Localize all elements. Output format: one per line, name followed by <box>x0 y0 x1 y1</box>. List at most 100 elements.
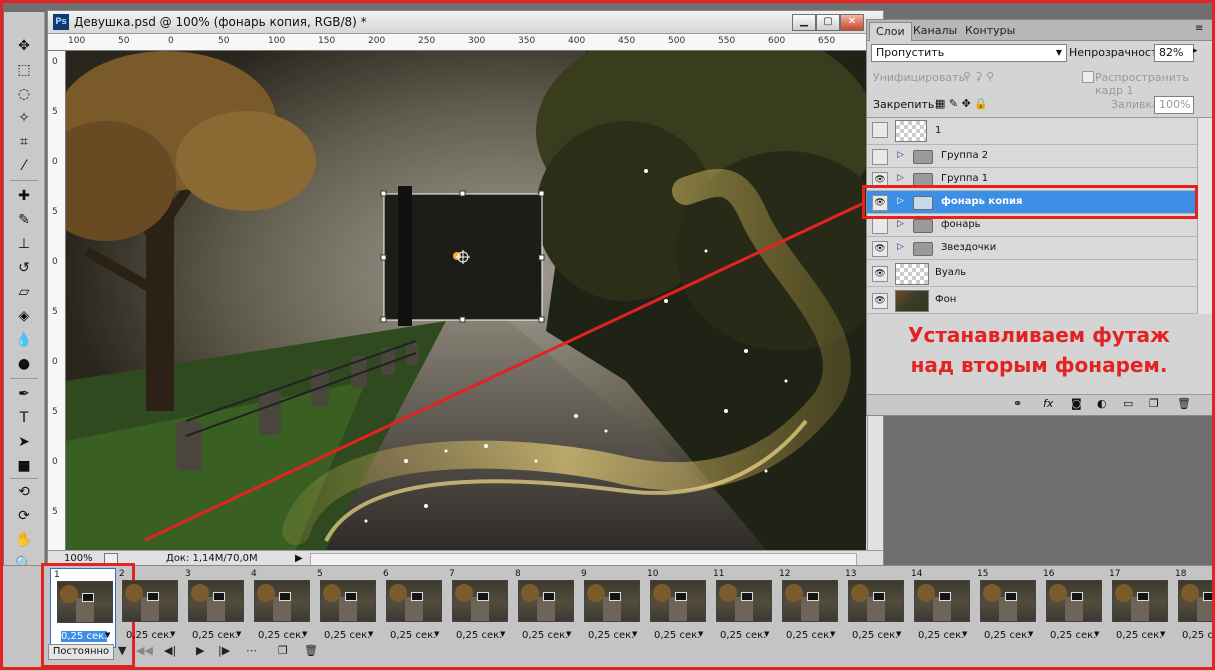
animation-frame[interactable]: 16 0,25 сек. ▼ <box>1040 568 1104 646</box>
expand-triangle-icon[interactable]: ▷ <box>897 150 904 160</box>
frame-number: 15 <box>977 569 989 579</box>
visibility-toggle[interactable]: 👁 <box>872 293 888 309</box>
frame-delay[interactable]: 0,25 сек. <box>654 630 700 641</box>
animation-frame[interactable]: 7 0,25 сек. ▼ <box>446 568 510 646</box>
opacity-input[interactable]: 82% <box>1154 44 1194 62</box>
delay-dropdown-icon[interactable]: ▼ <box>764 630 769 638</box>
duplicate-frame-icon[interactable]: ❐ <box>278 644 288 657</box>
frame-delay[interactable]: 0,25 сек. <box>126 630 172 641</box>
animation-frame[interactable]: 11 0,25 сек. ▼ <box>710 568 774 646</box>
frame-delay[interactable]: 0,25 сек. <box>1050 630 1096 641</box>
animation-frame[interactable]: 5 0,25 сек. ▼ <box>314 568 378 646</box>
expand-triangle-icon[interactable]: ▷ <box>897 219 904 229</box>
tab-layers[interactable]: Слои <box>869 22 912 41</box>
frame-thumbnail <box>188 580 244 622</box>
frame-delay[interactable]: 0,25 сек. <box>522 630 568 641</box>
frame-delay[interactable]: 0,25 сек. <box>324 630 370 641</box>
layer-row[interactable]: 1 <box>867 118 1197 145</box>
animation-frame[interactable]: 9 0,25 сек. ▼ <box>578 568 642 646</box>
lock-icons[interactable]: ▦ ✎ ✥ 🔒 <box>935 97 988 110</box>
expand-triangle-icon[interactable]: ▷ <box>897 173 904 183</box>
layers-scrollbar[interactable] <box>1197 118 1213 314</box>
frame-delay[interactable]: 0,25 сек. <box>390 630 436 641</box>
loop-dropdown-icon[interactable]: ▼ <box>118 644 126 657</box>
visibility-toggle[interactable] <box>872 149 888 165</box>
delay-dropdown-icon[interactable]: ▼ <box>566 630 571 638</box>
animation-frame[interactable]: 3 0,25 сек. ▼ <box>182 568 246 646</box>
delay-dropdown-icon[interactable]: ▼ <box>830 630 835 638</box>
delay-dropdown-icon[interactable]: ▼ <box>698 630 703 638</box>
frame-delay[interactable]: 0,25 сек. <box>1116 630 1162 641</box>
frame-thumbnail <box>782 580 838 622</box>
delay-dropdown-icon[interactable]: ▼ <box>105 631 110 639</box>
delay-dropdown-icon[interactable]: ▼ <box>368 630 373 638</box>
unify-icons[interactable]: ⚲ ⚳ ⚲ <box>963 70 994 83</box>
play-icon[interactable]: ▶ <box>196 644 204 657</box>
opacity-arrow-icon[interactable]: ▸ <box>1193 46 1198 56</box>
animation-frame[interactable]: 6 0,25 сек. ▼ <box>380 568 444 646</box>
frame-delay[interactable]: 0,25 сек. <box>61 631 108 642</box>
visibility-toggle[interactable]: 👁 <box>872 266 888 282</box>
frame-number: 3 <box>185 569 191 579</box>
link-icon[interactable]: ⚭ <box>1013 397 1022 410</box>
frame-delay[interactable]: 0,25 сек. <box>456 630 502 641</box>
visibility-toggle[interactable]: 👁 <box>872 241 888 257</box>
frame-delay[interactable]: 0,25 сек. <box>588 630 634 641</box>
adjustment-icon[interactable]: ◐ <box>1097 397 1107 410</box>
tween-icon[interactable]: ⋯ <box>246 644 257 657</box>
layer-row[interactable]: 👁 Фон <box>867 287 1197 314</box>
fill-input[interactable]: 100% <box>1154 96 1194 114</box>
animation-frame[interactable]: 2 0,25 сек. ▼ <box>116 568 180 646</box>
frame-delay[interactable]: 0,25 сек. <box>192 630 238 641</box>
delete-frame-icon[interactable]: 🗑 <box>304 644 318 657</box>
animation-frame[interactable]: 12 0,25 сек. ▼ <box>776 568 840 646</box>
frame-delay[interactable]: 0,25 сек. <box>258 630 304 641</box>
animation-frame[interactable]: 14 0,25 сек. ▼ <box>908 568 972 646</box>
frame-delay[interactable]: 0,25 сек. <box>852 630 898 641</box>
delay-dropdown-icon[interactable]: ▼ <box>236 630 241 638</box>
new-layer-icon[interactable]: ❐ <box>1149 397 1159 410</box>
animation-frame[interactable]: 17 0,25 сек. ▼ <box>1106 568 1170 646</box>
animation-frame[interactable]: 13 0,25 сек. ▼ <box>842 568 906 646</box>
frame-delay[interactable]: 0,25 сек. <box>720 630 766 641</box>
frame-delay[interactable]: 0,25 сек. <box>786 630 832 641</box>
animation-frame[interactable]: 8 0,25 сек. ▼ <box>512 568 576 646</box>
delay-dropdown-icon[interactable]: ▼ <box>302 630 307 638</box>
frame-delay[interactable]: 0,25 сек. <box>984 630 1030 641</box>
animation-frame[interactable]: 4 0,25 сек. ▼ <box>248 568 312 646</box>
tab-paths[interactable]: Контуры <box>959 22 1021 40</box>
delay-dropdown-icon[interactable]: ▼ <box>632 630 637 638</box>
delay-dropdown-icon[interactable]: ▼ <box>896 630 901 638</box>
delay-dropdown-icon[interactable]: ▼ <box>434 630 439 638</box>
visibility-toggle[interactable] <box>872 122 888 138</box>
trash-icon[interactable]: 🗑 <box>1177 397 1191 410</box>
delay-dropdown-icon[interactable]: ▼ <box>170 630 175 638</box>
delay-dropdown-icon[interactable]: ▼ <box>1028 630 1033 638</box>
expand-triangle-icon[interactable]: ▷ <box>897 242 904 252</box>
loop-select[interactable]: Постоянно <box>48 644 114 660</box>
panel-menu-icon[interactable]: ≡ <box>1195 23 1203 34</box>
next-frame-icon[interactable]: |▶ <box>218 644 230 657</box>
prev-frame-icon[interactable]: ◀| <box>164 644 176 657</box>
blend-mode-select[interactable]: Пропустить ▼ <box>871 44 1067 62</box>
layer-row[interactable]: 👁 ▷ Звездочки <box>867 237 1197 260</box>
delay-dropdown-icon[interactable]: ▼ <box>962 630 967 638</box>
animation-frame[interactable]: 180,25 сек.▼ <box>1172 568 1215 646</box>
animation-frame[interactable]: 10 0,25 сек. ▼ <box>644 568 708 646</box>
frame-delay[interactable]: 0,25 сек. <box>918 630 964 641</box>
delay-dropdown-icon[interactable]: ▼ <box>500 630 505 638</box>
delay-dropdown-icon[interactable]: ▼ <box>1094 630 1099 638</box>
animation-frame[interactable]: 1 0,25 сек. ▼ <box>50 568 116 648</box>
frame-delay[interactable]: 0,25 сек. <box>1182 630 1215 641</box>
propagate-checkbox[interactable] <box>1082 71 1094 83</box>
animation-frame[interactable]: 15 0,25 сек. ▼ <box>974 568 1038 646</box>
layer-row[interactable]: 👁 Вуаль <box>867 260 1197 287</box>
delay-dropdown-icon[interactable]: ▼ <box>1160 630 1165 638</box>
tab-channels[interactable]: Каналы <box>907 22 963 40</box>
new-group-icon[interactable]: ▭ <box>1123 397 1133 410</box>
first-frame-icon[interactable]: ◀◀ <box>136 644 153 657</box>
mask-icon[interactable]: ◙ <box>1071 397 1082 410</box>
fx-icon[interactable]: fx <box>1043 397 1053 410</box>
visibility-toggle[interactable] <box>872 218 888 234</box>
layer-row[interactable]: ▷ Группа 2 <box>867 145 1197 168</box>
